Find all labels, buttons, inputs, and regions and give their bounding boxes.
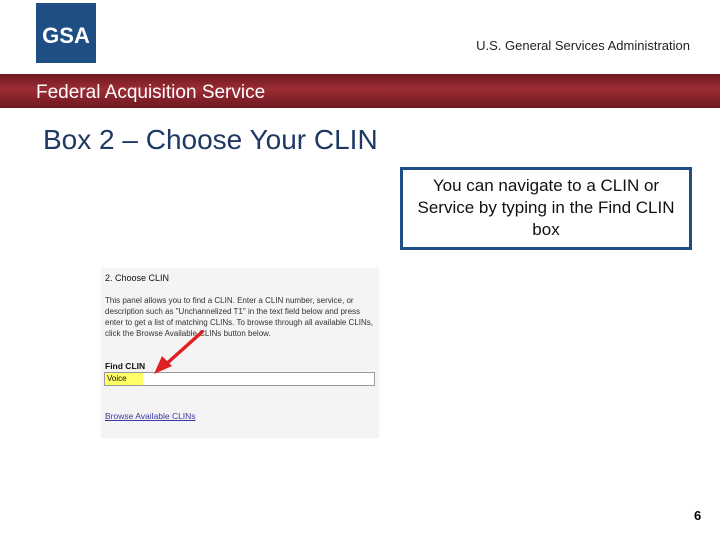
panel-heading: 2. Choose CLIN [105, 273, 170, 283]
banner-title: Federal Acquisition Service [36, 82, 266, 103]
embedded-screenshot: 2. Choose CLIN This panel allows you to … [101, 268, 379, 438]
slide-title: Box 2 – Choose Your CLIN [43, 124, 378, 155]
callout-box: You can navigate to a CLIN or Service by… [400, 167, 692, 250]
gsa-logo: GSA [36, 3, 96, 63]
page-number: 6 [694, 508, 702, 523]
title-banner: Federal Acquisition Service [0, 74, 720, 108]
panel-description: This panel allows you to find a CLIN. En… [105, 296, 373, 338]
browse-clins-link[interactable]: Browse Available CLINs [105, 411, 196, 421]
agency-name: U.S. General Services Administration [476, 38, 690, 53]
find-clin-label: Find CLIN [105, 361, 146, 371]
red-arrow-icon [154, 330, 204, 374]
find-clin-value: Voice [105, 373, 143, 385]
gsa-logo-icon: GSA [36, 3, 96, 63]
find-clin-input[interactable]: Voice [104, 372, 375, 386]
